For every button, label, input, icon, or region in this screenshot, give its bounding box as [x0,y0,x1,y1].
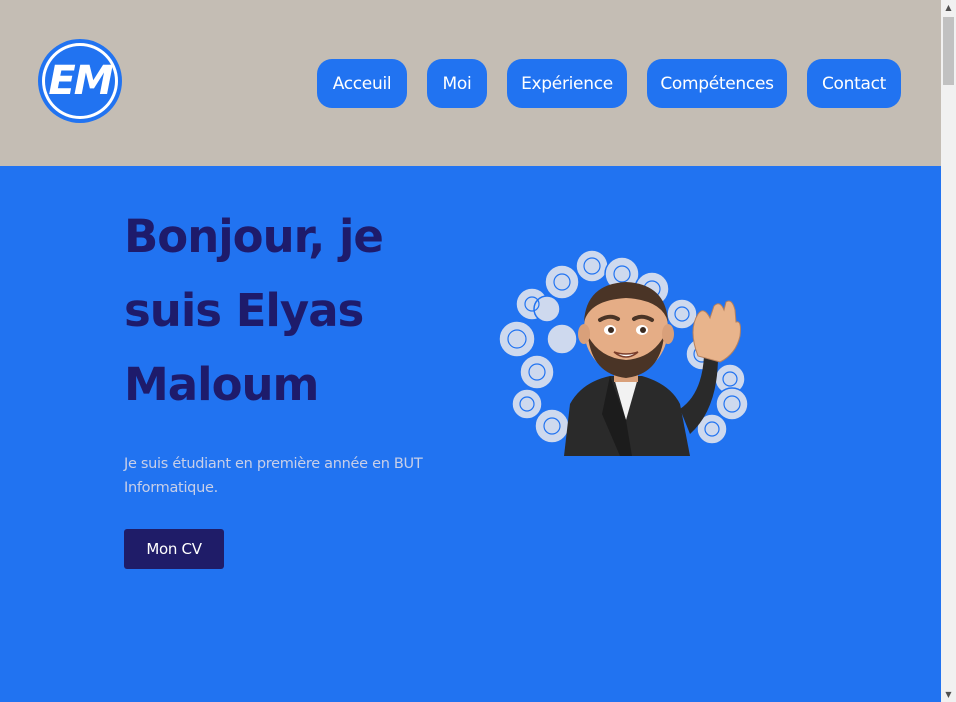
hero-subtitle: Je suis étudiant en première année en BU… [124,452,454,500]
hero-title-line: Maloum [124,358,319,411]
hero-title-line: Bonjour, je [124,210,384,263]
nav-experience[interactable]: Expérience [507,59,627,108]
nav-competences[interactable]: Compétences [647,59,787,108]
hero-subtitle-line: Informatique. [124,480,218,496]
site-header: EM Acceuil Moi Expérience Compétences Co… [0,0,941,166]
scroll-up-icon[interactable]: ▲ [941,0,956,15]
memoji-waving-avatar-icon [498,249,749,456]
vertical-scrollbar[interactable]: ▲ ▼ [941,0,956,702]
nav-acceuil[interactable]: Acceuil [317,59,407,108]
main-nav: Acceuil Moi Expérience Compétences Conta… [0,59,941,108]
avatar-illustration [492,244,754,456]
nav-contact[interactable]: Contact [807,59,901,108]
hero-subtitle-line: Je suis étudiant en première année en BU… [124,456,423,472]
hero-title-line: suis Elyas [124,284,364,337]
scrollbar-thumb[interactable] [943,17,954,85]
hero-title: Bonjour, je suis Elyas Maloum [124,200,454,422]
page: EM Acceuil Moi Expérience Compétences Co… [0,0,956,702]
nav-moi[interactable]: Moi [427,59,487,108]
scroll-down-icon[interactable]: ▼ [941,687,956,702]
cv-button[interactable]: Mon CV [124,529,224,569]
